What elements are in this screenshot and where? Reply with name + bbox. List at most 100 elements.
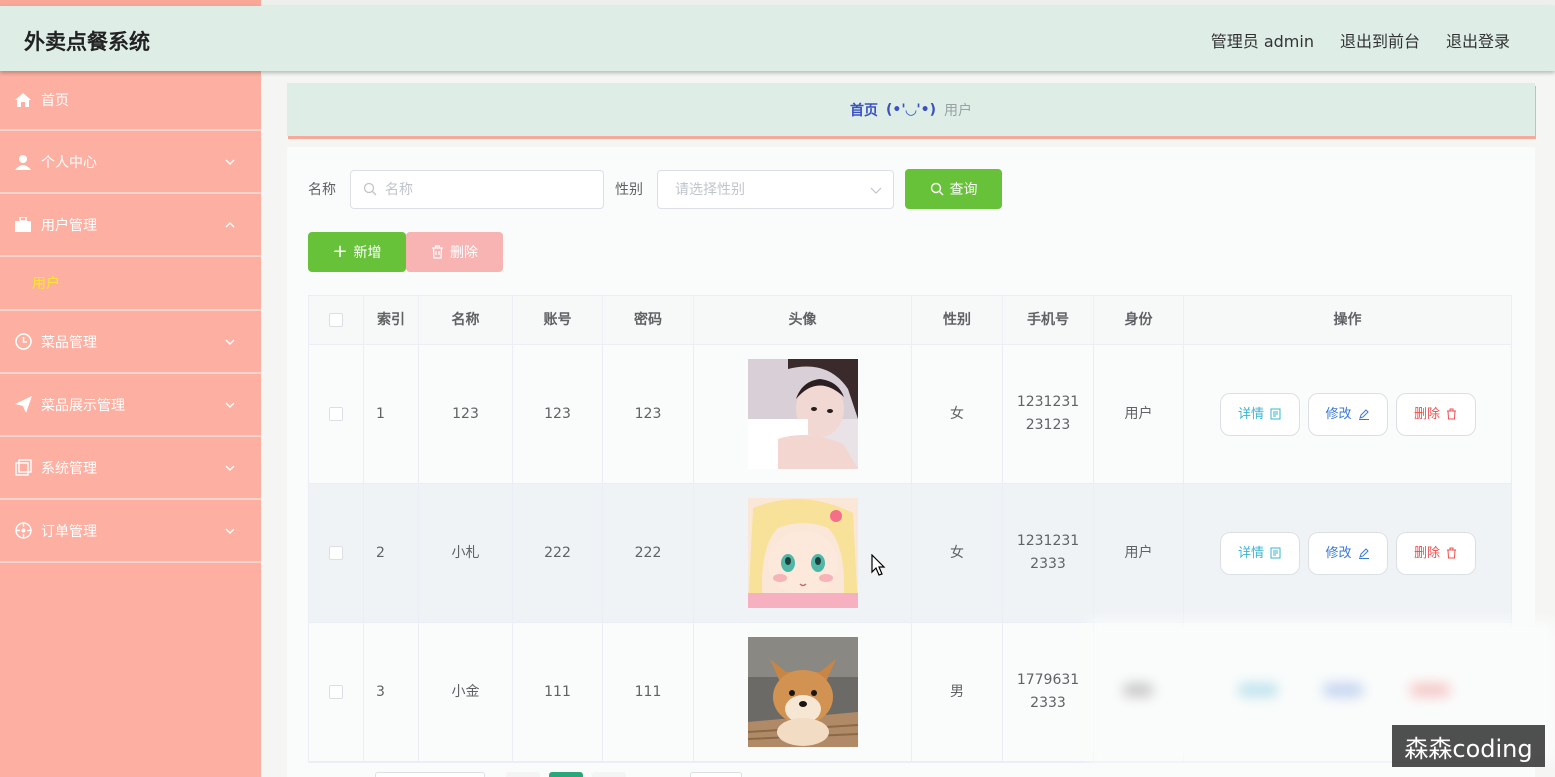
mouse-cursor-icon xyxy=(871,554,886,576)
trash-icon xyxy=(1447,547,1456,559)
chevron-down-icon xyxy=(225,528,235,534)
name-label: 名称 xyxy=(308,182,336,198)
search-icon xyxy=(930,182,943,196)
cell-avatar xyxy=(694,345,912,483)
column-header: 身份 xyxy=(1094,296,1184,344)
blurred-detail-button xyxy=(1238,683,1278,697)
gender-label: 性别 xyxy=(615,182,643,198)
delete-row-button[interactable]: 删除 xyxy=(1395,531,1476,575)
select-all-checkbox[interactable] xyxy=(329,313,343,327)
document-icon xyxy=(1270,408,1281,420)
document-icon xyxy=(1270,547,1281,559)
breadcrumb-separator: (•'◡'•) xyxy=(885,101,937,118)
cell-name: 小金 xyxy=(419,623,513,761)
column-header: 密码 xyxy=(603,296,694,344)
phone-line-1: 1231231 xyxy=(1016,394,1080,410)
delete-row-button-label: 删除 xyxy=(1413,406,1440,422)
cell-name: 小札 xyxy=(419,484,513,622)
chevron-down-icon xyxy=(225,339,235,345)
cell-gender: 女 xyxy=(912,484,1003,622)
user-icon xyxy=(14,153,32,171)
detail-button[interactable]: 详情 xyxy=(1219,531,1300,575)
row-checkbox[interactable] xyxy=(329,685,343,699)
row-select-cell xyxy=(309,484,364,622)
edit-button-label: 修改 xyxy=(1325,545,1352,561)
sidebar-item-home[interactable]: 首页 xyxy=(0,71,261,131)
delete-row-button-label: 删除 xyxy=(1413,545,1440,561)
send-icon xyxy=(14,396,32,414)
sidebar-item-system-management[interactable]: 系统管理 xyxy=(0,437,261,500)
chevron-down-icon xyxy=(225,465,235,471)
briefcase-icon xyxy=(14,216,32,234)
sidebar-item-label: 订单管理 xyxy=(41,523,97,540)
pagination-size-select[interactable] xyxy=(375,772,485,777)
cell-gender: 女 xyxy=(912,345,1003,483)
cell-index: 2 xyxy=(364,484,419,622)
cell-account: 111 xyxy=(513,623,603,761)
pencil-icon xyxy=(1358,548,1369,559)
table-row: 1 123 123 123 女 1231231 23123 用户 详情 修改 删… xyxy=(309,345,1511,484)
clock-icon xyxy=(14,333,32,351)
query-button-label: 查询 xyxy=(949,182,978,198)
pencil-icon xyxy=(1358,409,1369,420)
phone-line-2: 23123 xyxy=(1025,417,1071,433)
sidebar-item-dish-management[interactable]: 菜品管理 xyxy=(0,311,261,374)
chevron-up-icon xyxy=(225,222,235,228)
cell-operations: 详情 修改 删除 xyxy=(1184,484,1511,622)
delete-row-button[interactable]: 删除 xyxy=(1395,392,1476,436)
blurred-delete-button xyxy=(1410,683,1450,697)
sidebar-item-label: 首页 xyxy=(41,93,69,109)
sidebar-item-order-management[interactable]: 订单管理 xyxy=(0,500,261,563)
detail-button[interactable]: 详情 xyxy=(1219,392,1300,436)
sidebar-item-user-management[interactable]: 用户管理 xyxy=(0,194,261,257)
row-checkbox[interactable] xyxy=(329,407,343,421)
chevron-down-icon xyxy=(225,159,235,165)
column-header: 性别 xyxy=(912,296,1003,344)
top-header: 外卖点餐系统 管理员 admin 退出到前台 退出登录 xyxy=(0,6,1555,71)
cell-password: 111 xyxy=(603,623,694,761)
pagination-prev[interactable] xyxy=(506,772,540,777)
cell-role: 用户 xyxy=(1094,345,1184,483)
cell-phone: 1231231 2333 xyxy=(1003,484,1094,622)
logout-link[interactable]: 退出登录 xyxy=(1446,28,1510,52)
cell-avatar xyxy=(694,484,912,622)
header-links: 管理员 admin 退出到前台 退出登录 xyxy=(1211,28,1510,52)
trash-icon xyxy=(432,245,443,259)
breadcrumb-home[interactable]: 首页 xyxy=(850,100,878,120)
pagination-next[interactable] xyxy=(592,772,626,777)
trash-icon xyxy=(1447,408,1456,420)
gender-select[interactable]: 请选择性别 xyxy=(657,169,894,209)
cell-index: 1 xyxy=(364,345,419,483)
blurred-role xyxy=(1123,683,1153,697)
exit-to-front-link[interactable]: 退出到前台 xyxy=(1340,28,1420,52)
edit-button[interactable]: 修改 xyxy=(1307,531,1388,575)
sidebar-item-label: 个人中心 xyxy=(41,154,97,171)
add-button[interactable]: + 新增 xyxy=(308,232,406,272)
breadcrumb-current: 用户 xyxy=(944,102,973,119)
sidebar-subitem-label: 用户 xyxy=(32,276,60,292)
cell-name: 123 xyxy=(419,345,513,483)
cell-avatar xyxy=(694,623,912,761)
cell-account: 222 xyxy=(513,484,603,622)
chevron-down-icon xyxy=(225,402,235,408)
query-button[interactable]: 查询 xyxy=(905,169,1002,209)
phone-line-1: 1779631 xyxy=(1016,672,1080,688)
delete-button-label: 删除 xyxy=(450,245,478,261)
admin-user-label[interactable]: 管理员 admin xyxy=(1211,28,1314,52)
pagination-jump-input[interactable] xyxy=(690,772,742,777)
gender-select-placeholder: 请选择性别 xyxy=(675,182,745,198)
sidebar-item-personal-center[interactable]: 个人中心 xyxy=(0,131,261,194)
watermark: 森森coding xyxy=(1392,725,1545,767)
select-all-cell xyxy=(309,296,364,344)
sidebar-item-dish-display-management[interactable]: 菜品展示管理 xyxy=(0,374,261,437)
phone-line-1: 1231231 xyxy=(1016,533,1080,549)
edit-button[interactable]: 修改 xyxy=(1307,392,1388,436)
column-header: 名称 xyxy=(419,296,513,344)
pagination-page-active[interactable] xyxy=(549,772,583,777)
sidebar-item-label: 菜品管理 xyxy=(41,334,97,351)
name-search-input[interactable]: 名称 xyxy=(350,169,604,209)
batch-delete-button[interactable]: 删除 xyxy=(406,232,503,272)
row-checkbox[interactable] xyxy=(329,546,343,560)
cell-role: 用户 xyxy=(1094,484,1184,622)
sidebar-subitem-users[interactable]: 用户 xyxy=(0,257,261,311)
